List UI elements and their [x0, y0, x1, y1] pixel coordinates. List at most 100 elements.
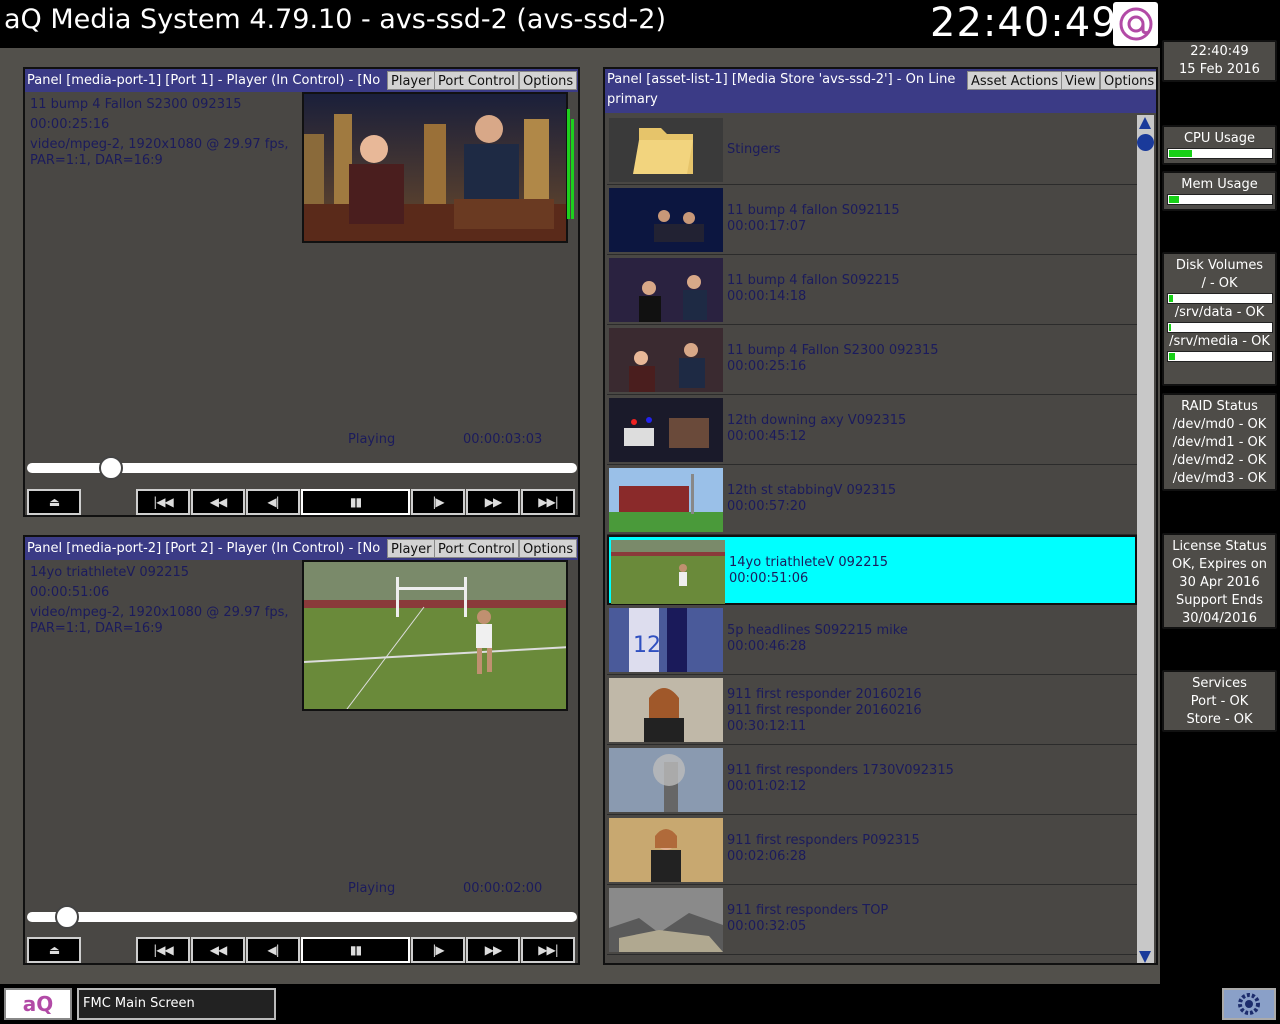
asset-name: 911 first responders TOP — [727, 903, 889, 918]
eject-button[interactable]: ⏏ — [27, 937, 81, 963]
asset-name: 11 bump 4 Fallon S2300 092315 — [727, 343, 939, 358]
port-control-button[interactable]: Port Control — [434, 71, 519, 90]
asset-row[interactable]: 12th downing axy V092315 00:00:45:12 — [607, 395, 1137, 465]
scroll-thumb[interactable] — [1137, 134, 1154, 151]
cpu-usage-bar — [1166, 148, 1273, 159]
asset-row[interactable]: 911 first responders P092315 00:02:06:28 — [607, 815, 1137, 885]
video-preview — [302, 92, 568, 243]
asset-row[interactable]: 911 first responders 1730V092315 00:01:02… — [607, 745, 1137, 815]
player-panel-2: Panel [media-port-2] [Port 2] - Player (… — [23, 535, 580, 965]
go-to-start-button[interactable]: |◀◀ — [136, 489, 190, 515]
work-area: Panel [media-port-1] [Port 1] - Player (… — [0, 48, 1160, 984]
video-preview — [302, 560, 568, 711]
folder-icon — [609, 118, 723, 182]
step-forward-button[interactable]: |▶ — [411, 937, 465, 963]
disk-fill — [1168, 324, 1171, 331]
gear-icon[interactable] — [1222, 988, 1276, 1020]
play-state: Playing — [348, 432, 396, 447]
asset-detail: 00:00:46:28 — [727, 639, 807, 654]
disk-fill — [1168, 353, 1175, 360]
player-button[interactable]: Player — [387, 71, 436, 90]
asset-row[interactable]: 911 first responders TOP 00:00:32:05 — [607, 885, 1137, 955]
asset-detail: 00:00:14:18 — [727, 289, 807, 304]
disk-bar — [1166, 293, 1273, 304]
rewind-button[interactable]: ◀◀ — [191, 489, 245, 515]
fast-forward-button[interactable]: ▶▶ — [466, 489, 520, 515]
options-button[interactable]: Options — [519, 71, 578, 90]
asset-detail: 00:00:25:16 — [727, 359, 807, 374]
player-panel-1: Panel [media-port-1] [Port 1] - Player (… — [23, 67, 580, 517]
play-state: Playing — [348, 881, 396, 896]
step-back-button[interactable]: ◀| — [246, 489, 300, 515]
go-to-end-button[interactable]: ▶▶| — [521, 937, 575, 963]
eject-button[interactable]: ⏏ — [27, 489, 81, 515]
asset-row[interactable]: 12 5p headlines S092215 mike 00:00:46:28 — [607, 605, 1137, 675]
asset-scrollbar[interactable] — [1137, 115, 1154, 963]
license-line: 30 Apr 2016 — [1179, 575, 1260, 590]
asset-row[interactable]: 11 bump 4 Fallon S2300 092315 00:00:25:16 — [607, 325, 1137, 395]
go-to-start-button[interactable]: |◀◀ — [136, 937, 190, 963]
raid-item: /dev/md3 - OK — [1172, 471, 1267, 486]
svg-text:12: 12 — [633, 633, 661, 658]
datetime-box: 22:40:49 15 Feb 2016 — [1162, 40, 1277, 82]
asset-actions-button[interactable]: Asset Actions — [967, 71, 1063, 90]
step-back-button[interactable]: ◀| — [246, 937, 300, 963]
raid-item: /dev/md2 - OK — [1172, 453, 1267, 468]
asset-name: 911 first responder 20160216 — [727, 687, 922, 702]
license-line: Support Ends — [1175, 593, 1263, 608]
folder-row[interactable]: Stingers — [607, 115, 1137, 185]
app-title: aQ Media System 4.79.10 - avs-ssd-2 (avs… — [4, 4, 666, 35]
clip-format: video/mpeg-2, 1920x1080 @ 29.97 fps, PAR… — [30, 605, 289, 636]
panel-title: Panel [media-port-1] [Port 1] - Player (… — [27, 73, 381, 88]
go-to-end-button[interactable]: ▶▶| — [521, 489, 575, 515]
cpu-usage-box: CPU Usage — [1162, 125, 1277, 165]
asset-detail: 00:02:06:28 — [727, 849, 807, 864]
player-button[interactable]: Player — [387, 539, 436, 558]
asset-thumbnail — [609, 748, 723, 812]
asset-name: 11 bump 4 fallon S092215 — [727, 273, 900, 288]
asset-thumbnail — [609, 398, 723, 462]
asset-name: 11 bump 4 fallon S092115 — [727, 203, 900, 218]
clock: 22:40:49 — [930, 0, 1118, 46]
fast-forward-button[interactable]: ▶▶ — [466, 937, 520, 963]
scrub-handle[interactable] — [99, 456, 123, 480]
port-control-button[interactable]: Port Control — [434, 539, 519, 558]
step-forward-button[interactable]: |▶ — [411, 489, 465, 515]
license-line: 30/04/2016 — [1182, 611, 1257, 626]
mem-usage-bar — [1166, 194, 1273, 205]
asset-list-panel: Panel [asset-list-1] [Media Store 'avs-s… — [603, 67, 1158, 965]
asset-row[interactable]: 911 first responder 20160216 911 first re… — [607, 675, 1137, 745]
rewind-button[interactable]: ◀◀ — [191, 937, 245, 963]
asset-row[interactable]: 11 bump 4 fallon S092115 00:00:17:07 — [607, 185, 1137, 255]
clip-format: video/mpeg-2, 1920x1080 @ 29.97 fps, PAR… — [30, 137, 289, 168]
license-status-box: License Status OK, Expires on 30 Apr 201… — [1162, 533, 1277, 629]
raid-status-label: RAID Status — [1181, 399, 1258, 414]
scrub-handle[interactable] — [55, 905, 79, 929]
audio-meter-right — [571, 119, 574, 219]
asset-name: 12th downing axy V092315 — [727, 413, 907, 428]
asset-detail: 00:00:17:07 — [727, 219, 807, 234]
pause-button[interactable]: ▮▮ — [301, 489, 410, 515]
pause-button[interactable]: ▮▮ — [301, 937, 410, 963]
clip-name: 11 bump 4 Fallon S2300 092315 — [30, 97, 242, 112]
asset-name: 12th st stabbingV 092315 — [727, 483, 897, 498]
scroll-down-icon[interactable] — [1139, 951, 1151, 963]
scrub-track[interactable] — [27, 912, 577, 922]
view-button[interactable]: View — [1061, 71, 1100, 90]
fmc-main-screen-button[interactable]: FMC Main Screen — [77, 988, 276, 1020]
scroll-up-icon[interactable] — [1139, 117, 1151, 129]
asset-name: 911 first responders 1730V092315 — [727, 763, 954, 778]
asset-row[interactable]: 12th st stabbingV 092315 00:00:57:20 — [607, 465, 1137, 535]
options-button[interactable]: Options — [519, 539, 578, 558]
disk-volumes-box: Disk Volumes / - OK /srv/data - OK /srv/… — [1162, 252, 1277, 386]
asset-row[interactable]: 14yo triathleteV 092215 00:00:51:06 — [607, 535, 1137, 605]
options-button[interactable]: Options — [1100, 71, 1156, 90]
asset-name: 911 first responders P092315 — [727, 833, 920, 848]
cpu-usage-fill — [1168, 150, 1192, 157]
disk-bar — [1166, 322, 1273, 333]
asset-thumbnail — [609, 188, 723, 252]
audio-meter-left — [567, 109, 570, 219]
services-label: Services — [1192, 676, 1247, 691]
asset-row[interactable]: 11 bump 4 fallon S092215 00:00:14:18 — [607, 255, 1137, 325]
aq-logo-button[interactable]: aQ — [4, 988, 72, 1020]
